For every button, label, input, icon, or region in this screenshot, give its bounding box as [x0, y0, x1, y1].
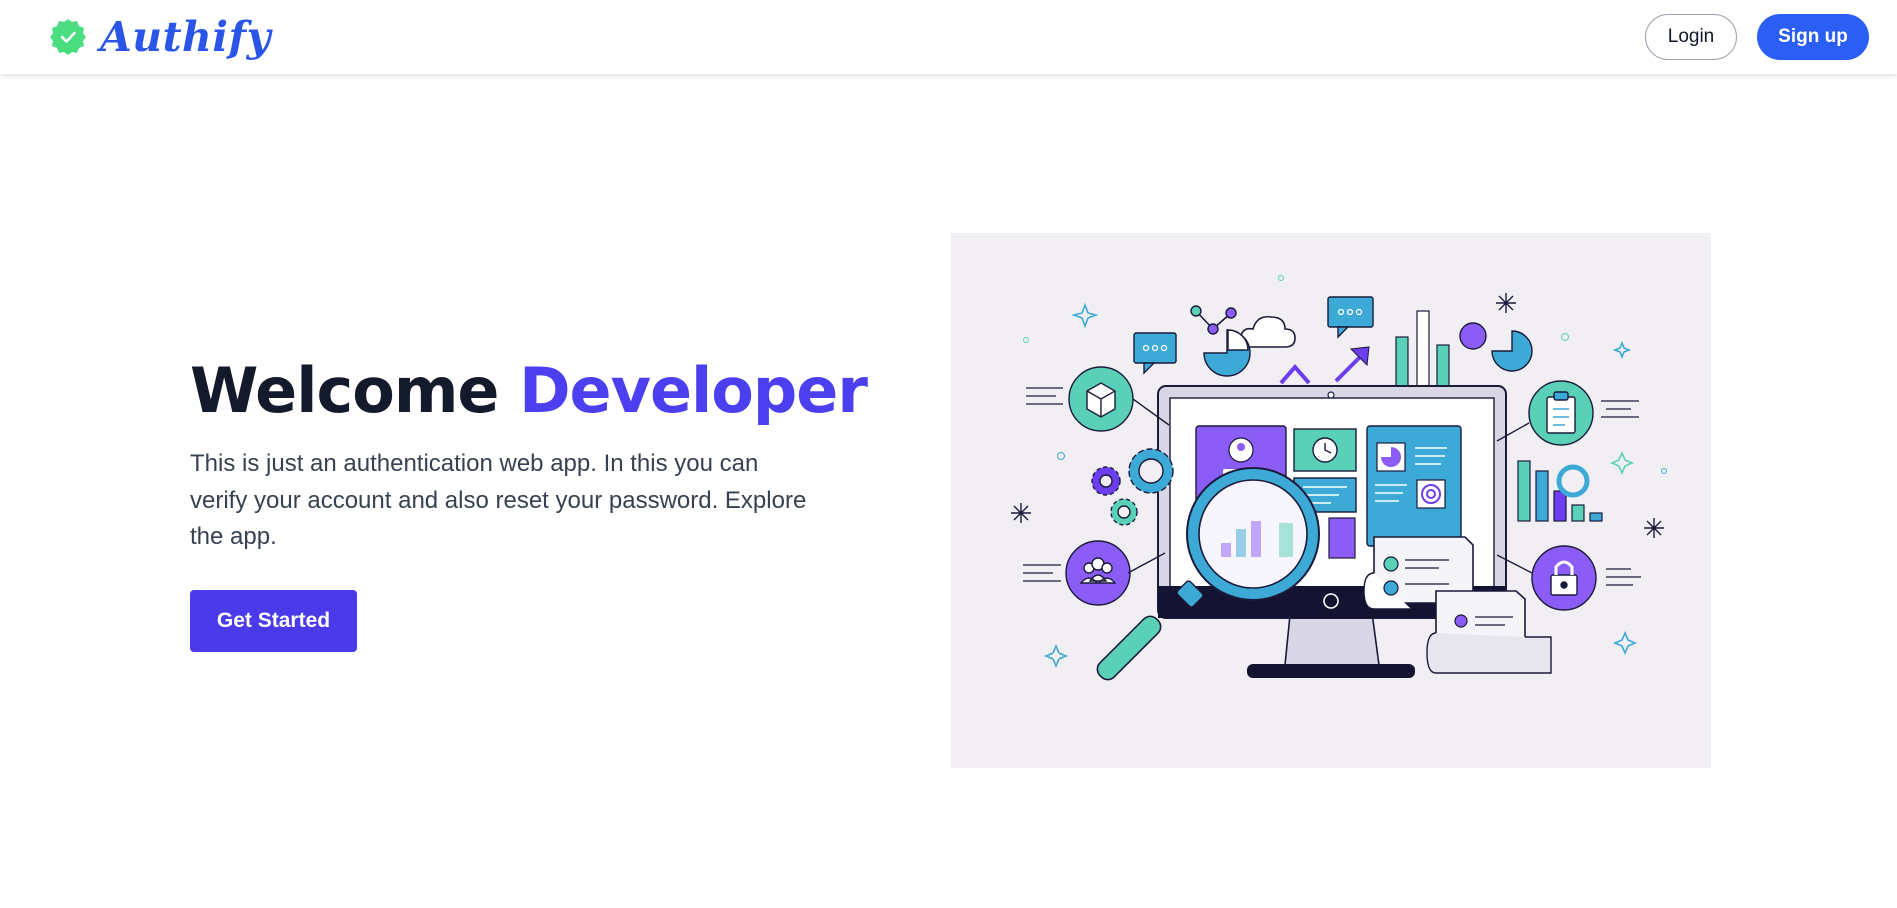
box-icon	[1026, 366, 1170, 432]
brand-logo[interactable]: Authify	[48, 13, 271, 61]
hero-description: This is just an authentication web app. …	[190, 450, 807, 550]
bar-chart-icon	[1395, 310, 1450, 388]
cloud-icon	[1239, 315, 1296, 348]
signup-button[interactable]: Sign up	[1757, 14, 1869, 60]
users-icon	[1023, 540, 1166, 606]
nav-actions: Login Sign up	[1645, 14, 1869, 60]
hero-title-developer: Developer	[519, 354, 868, 427]
login-button[interactable]: Login	[1645, 14, 1737, 60]
document-icon	[1363, 536, 1552, 674]
hero-title-welcome: Welcome	[190, 354, 499, 427]
verified-badge-icon	[50, 19, 86, 55]
navbar: Authify Login Sign up	[0, 0, 1897, 74]
get-started-button[interactable]: Get Started	[190, 589, 357, 652]
dashboard-illustration	[1011, 275, 1667, 681]
brand-name: Authify	[100, 13, 271, 61]
bar-chart-icon	[1517, 460, 1603, 522]
hero-illustration	[951, 233, 1711, 768]
hero-title: Welcome Developer	[190, 350, 868, 432]
hero-text: Welcome Developer This is just an authen…	[190, 350, 868, 652]
clipboard-icon	[1496, 380, 1639, 446]
